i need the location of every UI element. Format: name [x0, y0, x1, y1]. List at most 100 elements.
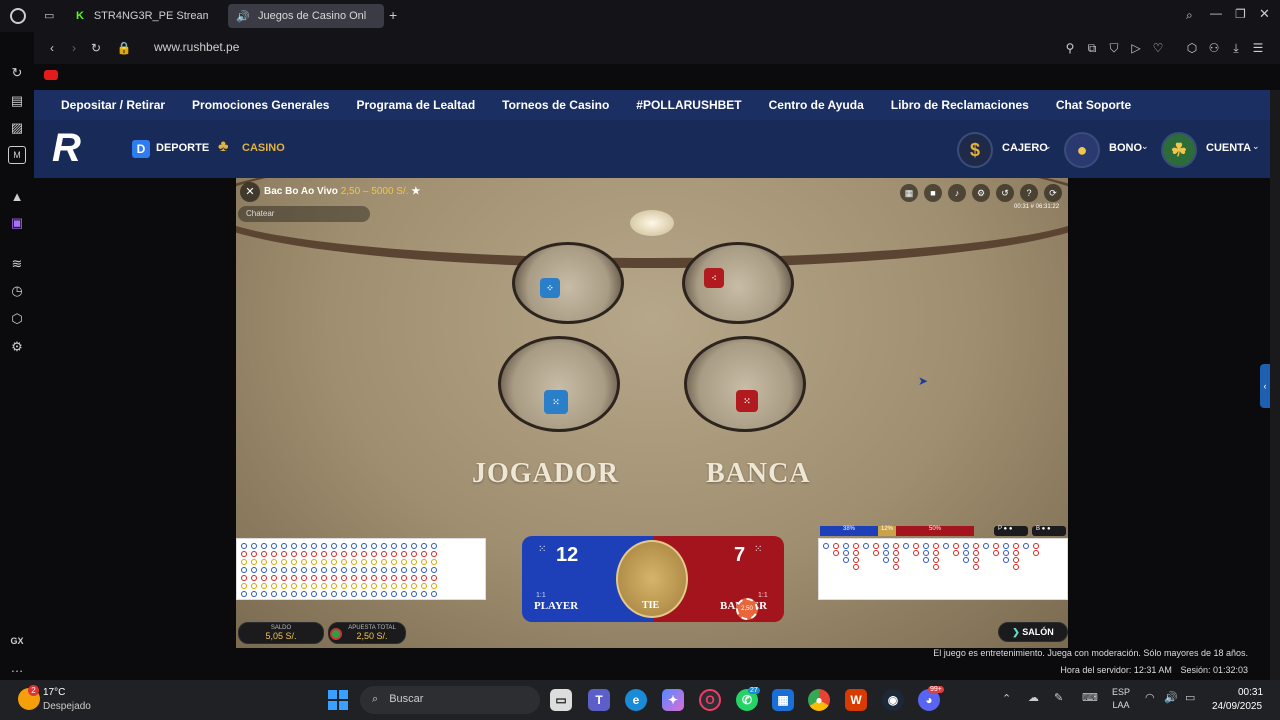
- snapshot-icon[interactable]: ⧉: [1084, 40, 1100, 56]
- twitch-icon[interactable]: ▣: [8, 214, 26, 232]
- video-icon[interactable]: ■: [924, 184, 942, 202]
- extensions-bar-icon[interactable]: ⬡: [1184, 40, 1200, 56]
- nav-polla[interactable]: #POLLARUSHBET: [636, 98, 741, 112]
- opera-logo-icon[interactable]: [10, 8, 26, 24]
- menu-icon[interactable]: ☰: [1250, 40, 1266, 56]
- player-bet-label[interactable]: PLAYER: [534, 600, 578, 612]
- steam-icon[interactable]: ◉: [882, 689, 904, 711]
- chrome-icon[interactable]: ●: [808, 689, 830, 711]
- play-icon[interactable]: ▷: [1128, 40, 1144, 56]
- office-icon[interactable]: W: [845, 689, 867, 711]
- teams-icon[interactable]: T: [588, 689, 610, 711]
- road-predict-p[interactable]: P ● ●: [994, 526, 1028, 536]
- history-icon[interactable]: ↺: [996, 184, 1014, 202]
- cuenta-menu[interactable]: CUENTA: [1206, 142, 1251, 154]
- chat-input[interactable]: Chatear: [238, 206, 370, 222]
- youtube-icon[interactable]: [44, 70, 58, 80]
- keyboard-icon[interactable]: ⌨: [1082, 691, 1098, 704]
- battery-icon[interactable]: ▭: [1185, 691, 1195, 704]
- help-icon[interactable]: ?: [1020, 184, 1038, 202]
- road-predict-b[interactable]: B ● ●: [1032, 526, 1066, 536]
- tab-casino[interactable]: 🔊 Juegos de Casino Onl: [228, 4, 384, 28]
- profile-icon[interactable]: ⚇: [1206, 40, 1222, 56]
- nav-chat-soporte[interactable]: Chat Soporte: [1056, 98, 1131, 112]
- download-icon[interactable]: ⤓: [1228, 40, 1244, 56]
- gx-icon[interactable]: GX: [8, 632, 26, 650]
- language-indicator[interactable]: ESP LAA: [1112, 687, 1130, 710]
- volume-icon[interactable]: ♪: [948, 184, 966, 202]
- clock-time[interactable]: 00:31: [1238, 687, 1263, 698]
- url-field[interactable]: www.rushbet.pe: [154, 40, 239, 54]
- tab-stream[interactable]: K STR4NG3R_PE Stream - V: [66, 4, 216, 28]
- bead-dot: [431, 551, 437, 557]
- store-icon[interactable]: ▦: [772, 689, 794, 711]
- tie-circle[interactable]: TIE: [616, 540, 688, 618]
- bead-dot: [401, 591, 407, 597]
- minimize-icon[interactable]: —: [1210, 6, 1222, 20]
- bono-menu[interactable]: BONO: [1109, 142, 1142, 154]
- history-icon[interactable]: ◷: [8, 282, 26, 300]
- more-icon[interactable]: …: [8, 658, 26, 676]
- rushbet-logo[interactable]: R: [52, 126, 81, 170]
- nav-reclamaciones[interactable]: Libro de Reclamaciones: [891, 98, 1029, 112]
- road-dot: [923, 550, 929, 556]
- deporte-link[interactable]: DEPORTE: [156, 142, 209, 154]
- volume-tray-icon[interactable]: 🔊: [1164, 691, 1178, 704]
- tab-workspaces-icon[interactable]: ▭: [44, 9, 54, 22]
- forward-icon[interactable]: ›: [66, 40, 82, 56]
- nav-promociones[interactable]: Promociones Generales: [192, 98, 329, 112]
- spotify-icon[interactable]: ≋: [8, 255, 26, 273]
- windows-start-icon[interactable]: [328, 690, 348, 710]
- star-icon[interactable]: ★: [411, 186, 420, 197]
- opera-gx-icon[interactable]: O: [699, 689, 721, 711]
- bead-dot: [351, 575, 357, 581]
- back-icon[interactable]: ‹: [44, 40, 60, 56]
- heart-icon[interactable]: ♡: [1150, 40, 1166, 56]
- bono-icon[interactable]: ●: [1064, 132, 1100, 168]
- cajero-menu[interactable]: CAJERO: [1002, 142, 1048, 154]
- extensions-icon[interactable]: ⬡: [8, 310, 26, 328]
- new-tab-icon[interactable]: +: [389, 7, 397, 23]
- shield-icon[interactable]: ⛉: [1106, 40, 1122, 56]
- player-icon[interactable]: ▨: [8, 119, 26, 137]
- close-window-icon[interactable]: ✕: [1259, 6, 1270, 22]
- settings-icon[interactable]: ⚙: [8, 338, 26, 356]
- task-view-icon[interactable]: ▭: [550, 689, 572, 711]
- aria-icon[interactable]: ▤: [8, 92, 26, 110]
- side-drawer-toggle[interactable]: ‹: [1260, 364, 1270, 408]
- bead-dot: [411, 567, 417, 573]
- cajero-coin-icon[interactable]: $: [957, 132, 993, 168]
- send-icon[interactable]: ▲: [8, 187, 26, 205]
- page-scrollbar[interactable]: [1270, 90, 1280, 680]
- messenger-icon[interactable]: M: [8, 146, 26, 164]
- nav-ayuda[interactable]: Centro de Ayuda: [769, 98, 864, 112]
- clock-date[interactable]: 24/09/2025: [1212, 701, 1262, 712]
- nav-depositar[interactable]: Depositar / Retirar: [61, 98, 165, 112]
- road-dot: [1033, 550, 1039, 556]
- stats-icon[interactable]: ▦: [900, 184, 918, 202]
- fullscreen-icon[interactable]: ⟳: [1044, 184, 1062, 202]
- copilot-icon[interactable]: ✦: [662, 689, 684, 711]
- game-settings-icon[interactable]: ⚙: [972, 184, 990, 202]
- onedrive-icon[interactable]: ☁: [1028, 691, 1039, 704]
- avatar[interactable]: ☘: [1161, 132, 1197, 168]
- pin-icon[interactable]: ⚲: [1062, 40, 1078, 56]
- tray-chevron-up-icon[interactable]: ⌃: [1002, 692, 1011, 705]
- reload-icon[interactable]: ↻: [88, 40, 104, 56]
- casino-link[interactable]: CASINO: [242, 142, 285, 154]
- banker-die-1: ⁖: [704, 268, 724, 288]
- maximize-icon[interactable]: ❐: [1235, 7, 1246, 21]
- bead-dot: [431, 559, 437, 565]
- taskbar-search[interactable]: ⌕ Buscar: [360, 686, 540, 714]
- pen-icon[interactable]: ✎: [1054, 691, 1063, 704]
- edge-icon[interactable]: e: [625, 689, 647, 711]
- top-nav: Depositar / Retirar Promociones Generale…: [34, 90, 1270, 120]
- wifi-icon[interactable]: ◠: [1145, 691, 1155, 704]
- speed-dial-icon[interactable]: ↻: [8, 64, 26, 82]
- close-game-icon[interactable]: ✕: [240, 182, 260, 202]
- nav-torneos[interactable]: Torneos de Casino: [502, 98, 609, 112]
- search-tabs-icon[interactable]: ⌕: [1186, 8, 1193, 23]
- salon-button[interactable]: ❯ SALÓN: [998, 622, 1068, 642]
- bead-dot: [281, 543, 287, 549]
- nav-lealtad[interactable]: Programa de Lealtad: [356, 98, 475, 112]
